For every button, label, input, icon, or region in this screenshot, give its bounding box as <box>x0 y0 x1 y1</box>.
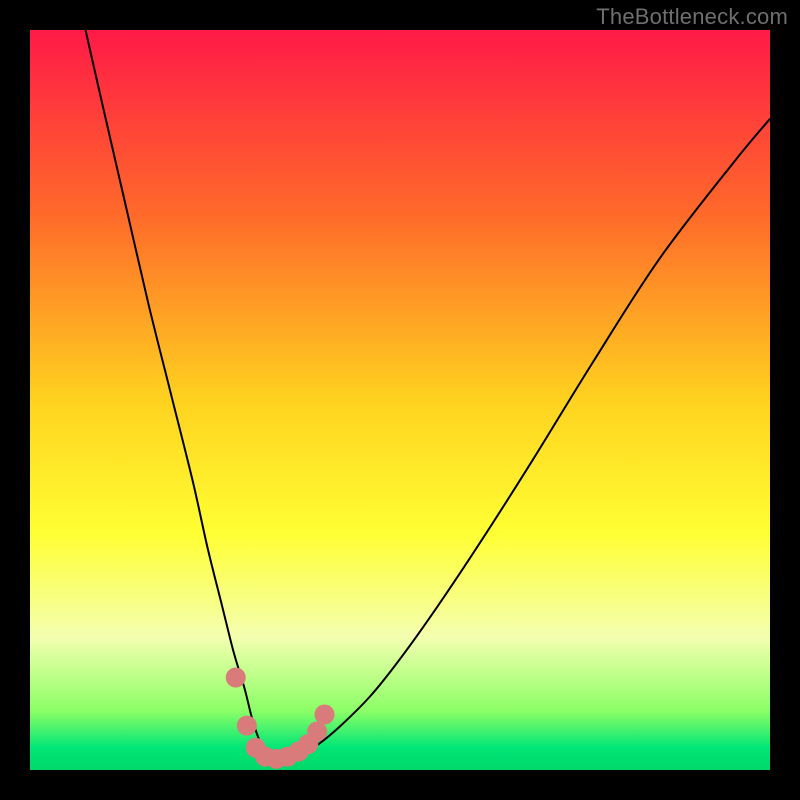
plot-area <box>30 30 770 770</box>
highlight-dot <box>226 668 246 688</box>
highlight-dots <box>30 30 770 770</box>
chart-frame: TheBottleneck.com <box>0 0 800 800</box>
highlight-dot <box>237 716 257 736</box>
highlight-dot <box>307 722 327 742</box>
highlight-dot <box>315 705 335 725</box>
watermark-text: TheBottleneck.com <box>596 4 788 30</box>
